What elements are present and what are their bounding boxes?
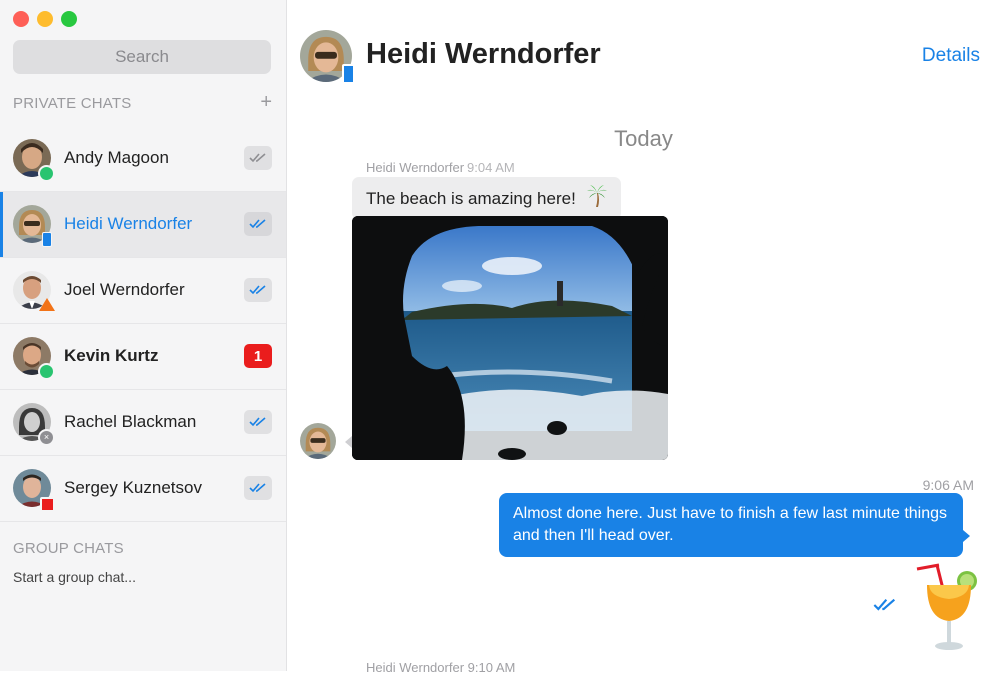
online-status-icon (38, 165, 55, 182)
double-check-icon (244, 146, 272, 170)
message-text: Almost done here. Just have to finish a … (513, 505, 948, 544)
zoom-window-button[interactable] (61, 11, 77, 27)
incoming-message-bubble[interactable]: The beach is amazing here! (352, 177, 621, 220)
double-check-icon (244, 278, 272, 302)
message-time: 9:04 AM (467, 160, 515, 175)
message-sender: Heidi Werndorfer (366, 160, 465, 175)
chat-name: Sergey Kuznetsov (64, 478, 202, 497)
sender-avatar (300, 423, 336, 459)
mobile-status-icon (342, 64, 355, 84)
details-button[interactable]: Details (922, 45, 980, 67)
shared-photo[interactable] (352, 216, 668, 460)
message-meta: Heidi Werndorfer 9:04 AM (366, 160, 515, 175)
conversation-title: Heidi Werndorfer (366, 38, 601, 70)
close-window-button[interactable] (13, 11, 29, 27)
message-time: 9:06 AM (922, 477, 974, 493)
message-time: 9:10 AM (467, 660, 516, 675)
palm-tree-icon (586, 185, 607, 212)
minimize-window-button[interactable] (37, 11, 53, 27)
away-status-icon (39, 298, 55, 311)
chat-item-kevin-kurtz[interactable]: Kevin Kurtz 1 (0, 324, 286, 390)
double-check-icon (244, 410, 272, 434)
chat-item-rachel-blackman[interactable]: × Rachel Blackman (0, 390, 286, 456)
double-check-icon (244, 212, 272, 236)
busy-status-icon (40, 497, 55, 512)
add-chat-button[interactable]: + (260, 92, 272, 112)
chat-name: Rachel Blackman (64, 412, 197, 431)
chat-name: Kevin Kurtz (64, 346, 159, 365)
double-check-icon (873, 598, 897, 617)
outgoing-message-bubble[interactable]: Almost done here. Just have to finish a … (499, 493, 963, 557)
cocktail-sticker-icon[interactable] (913, 563, 979, 653)
chat-item-sergey-kuznetsov[interactable]: Sergey Kuznetsov (0, 456, 286, 522)
unread-count-badge: 1 (244, 344, 272, 368)
chat-item-andy-magoon[interactable]: Andy Magoon (0, 126, 286, 192)
group-chats-heading: GROUP CHATS (13, 540, 124, 557)
bubble-tail (963, 530, 970, 542)
chat-name: Joel Werndorfer (64, 280, 185, 299)
chat-item-heidi-werndorfer[interactable]: Heidi Werndorfer (0, 192, 286, 258)
conversation-panel: Heidi Werndorfer Details Today Heidi Wer… (287, 0, 1000, 675)
search-placeholder: Search (115, 47, 169, 66)
start-group-chat-link[interactable]: Start a group chat... (13, 569, 136, 585)
message-text: The beach is amazing here! (366, 189, 576, 208)
private-chats-heading: PRIVATE CHATS (13, 95, 132, 112)
date-divider: Today (614, 126, 673, 151)
chat-item-joel-werndorfer[interactable]: Joel Werndorfer (0, 258, 286, 324)
mobile-status-icon (42, 232, 52, 247)
sidebar: Search PRIVATE CHATS + Andy Magoon Heidi… (0, 0, 287, 671)
chat-list: Andy Magoon Heidi Werndorfer Joel Werndo… (0, 126, 286, 522)
search-input[interactable]: Search (13, 40, 271, 74)
online-status-icon (38, 363, 55, 380)
bubble-tail (345, 436, 352, 448)
chat-name: Heidi Werndorfer (64, 214, 193, 233)
chat-name: Andy Magoon (64, 148, 169, 167)
window-controls (13, 11, 77, 27)
message-meta: Heidi Werndorfer 9:10 AM (366, 660, 515, 675)
message-sender: Heidi Werndorfer (366, 660, 465, 675)
offline-status-icon: × (38, 429, 55, 446)
double-check-icon (244, 476, 272, 500)
